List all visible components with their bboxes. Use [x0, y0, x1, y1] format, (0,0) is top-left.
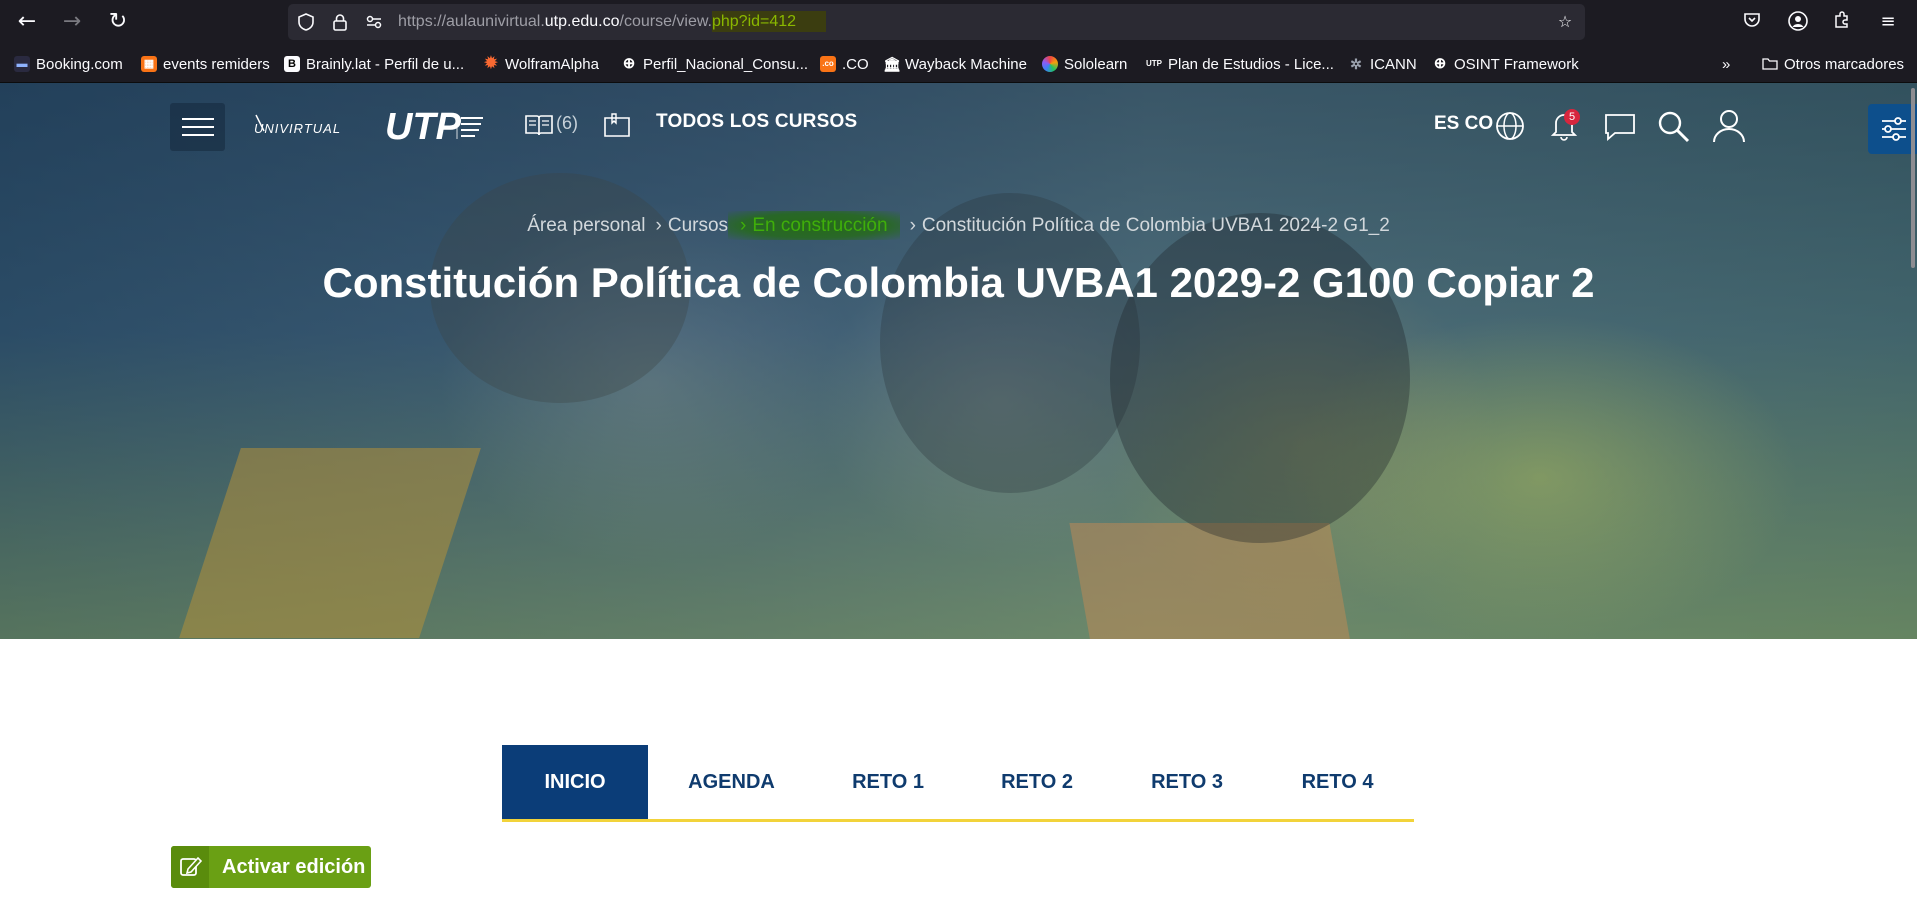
- breadcrumb-item-cursos[interactable]: Cursos: [668, 215, 728, 236]
- bookmark-icann[interactable]: ✲ ICANN: [1348, 53, 1417, 75]
- bookmark-wayback-machine[interactable]: 🏛 Wayback Machine: [883, 53, 1027, 75]
- page-title: Constitución Política de Colombia UVBA1 …: [322, 259, 1595, 306]
- bookmark-label: Wayback Machine: [905, 55, 1027, 73]
- language-selector-label[interactable]: ES CO: [1434, 113, 1493, 135]
- other-bookmarks-folder[interactable]: Otros marcadores: [1762, 53, 1904, 75]
- univirtual-logo[interactable]: UNIVIRTUAL: [250, 109, 358, 145]
- bookmark-label: Brainly.lat - Perfil de u...: [306, 55, 465, 73]
- tab-reto-1[interactable]: RETO 1: [815, 745, 961, 819]
- url-scheme: https://: [398, 13, 447, 30]
- bookmark-label: events remiders: [163, 55, 270, 73]
- bookmark-label: ICANN: [1370, 55, 1417, 73]
- reload-button[interactable]: ↻: [104, 8, 132, 36]
- breadcrumb-item-current-course[interactable]: Constitución Política de Colombia UVBA1 …: [922, 215, 1390, 236]
- bookmark-label: Sololearn: [1064, 55, 1128, 73]
- globe-icon[interactable]: [1494, 110, 1526, 146]
- site-permissions-icon[interactable]: [364, 12, 384, 32]
- my-courses-count[interactable]: (6): [556, 113, 578, 134]
- tab-reto-2[interactable]: RETO 2: [961, 745, 1113, 819]
- shield-icon[interactable]: [296, 12, 316, 32]
- extensions-icon[interactable]: [1830, 10, 1854, 34]
- search-icon[interactable]: [1657, 110, 1691, 148]
- lock-icon[interactable]: [330, 12, 350, 32]
- hero-photo-shape: [880, 193, 1140, 493]
- tab-reto-3[interactable]: RETO 3: [1113, 745, 1261, 819]
- bookmark-label: Plan de Estudios - Lice...: [1168, 55, 1334, 73]
- svg-text:UNIVIRTUAL: UNIVIRTUAL: [254, 121, 341, 136]
- bookmark-plan-de-estudios[interactable]: UTP Plan de Estudios - Lice...: [1146, 53, 1334, 75]
- theme-settings-button[interactable]: [1868, 104, 1917, 154]
- url-host-prefix: aulaunivirtual.: [446, 13, 545, 30]
- chevron-right-icon: ›: [740, 215, 747, 236]
- all-courses-icon[interactable]: [602, 111, 632, 143]
- bookmark-label: OSINT Framework: [1454, 55, 1579, 73]
- account-icon[interactable]: [1786, 10, 1810, 34]
- chevron-right-icon: ›: [909, 215, 916, 236]
- hero-photo-shape: [179, 448, 481, 638]
- address-bar[interactable]: https://aulaunivirtual.utp.edu.co/course…: [288, 4, 1585, 40]
- bookmark-sololearn[interactable]: Sololearn: [1042, 53, 1127, 75]
- tab-inicio[interactable]: INICIO: [502, 745, 648, 819]
- bookmark-events-remiders[interactable]: ▦ events remiders: [141, 53, 270, 75]
- back-button[interactable]: ←: [13, 8, 41, 36]
- bookmark-star-icon[interactable]: ☆: [1555, 12, 1575, 32]
- brainly-icon: B: [284, 56, 300, 72]
- url-query-highlight: php?id=412: [711, 11, 827, 32]
- pocket-icon[interactable]: [1740, 10, 1764, 34]
- wayback-icon: 🏛: [883, 56, 901, 72]
- sliders-icon: [1882, 117, 1906, 141]
- co-icon: .co: [820, 56, 836, 72]
- url-path: /course/view.: [619, 13, 712, 30]
- globe-icon: ⊕: [1433, 55, 1447, 72]
- breadcrumb-item-en-construccion-label[interactable]: En construcción: [752, 215, 887, 236]
- activate-editing-label: Activar edición: [222, 856, 366, 878]
- bookmark-perfil-nacional[interactable]: ⊕ Perfil_Nacional_Consu...: [621, 53, 808, 75]
- chevron-right-icon: ›: [655, 215, 662, 236]
- bookmark-label: Booking.com: [36, 55, 123, 73]
- other-bookmarks-label: Otros marcadores: [1784, 55, 1905, 73]
- calendar-icon: ▦: [141, 56, 157, 72]
- folder-icon: [1762, 56, 1778, 72]
- bookmark-wolframalpha[interactable]: ✹ WolframAlpha: [483, 53, 599, 75]
- messages-icon[interactable]: [1603, 112, 1637, 146]
- bookmark-co[interactable]: .co .CO: [820, 53, 869, 75]
- user-profile-icon[interactable]: [1712, 108, 1746, 148]
- breadcrumb-item-area-personal[interactable]: Área personal: [527, 215, 645, 236]
- app-menu-icon[interactable]: ≡: [1876, 10, 1900, 34]
- bookmark-label: WolframAlpha: [505, 55, 599, 73]
- course-section-tabs: INICIO AGENDA RETO 1 RETO 2 RETO 3 RETO …: [502, 745, 1414, 822]
- url-text[interactable]: https://aulaunivirtual.utp.edu.co/course…: [398, 11, 827, 32]
- booking-icon: ▬: [14, 56, 30, 72]
- notifications-badge: 5: [1564, 109, 1580, 125]
- wolfram-icon: ✹: [484, 55, 498, 72]
- browser-toolbar: ← → ↻ https://aulaunivirtual.utp.edu.co/…: [0, 0, 1917, 44]
- page-scrollbar[interactable]: [1911, 88, 1915, 268]
- course-hero-banner: UNIVIRTUAL UTP (6) TODOS LOS CURSOS ES C…: [0, 83, 1917, 639]
- bookmark-label: .CO: [842, 55, 869, 73]
- utp-logo[interactable]: UTP: [385, 103, 485, 151]
- breadcrumb: Área personal › Cursos › En construcción › Con…: [0, 211, 1917, 240]
- tab-agenda[interactable]: AGENDA: [648, 745, 815, 819]
- utp-icon: UTP: [1146, 59, 1162, 68]
- icann-icon: ✲: [1350, 56, 1362, 72]
- bookmark-brainly[interactable]: B Brainly.lat - Perfil de u...: [284, 53, 464, 75]
- forward-button[interactable]: →: [58, 8, 86, 36]
- site-header: UNIVIRTUAL UTP (6) TODOS LOS CURSOS ES C…: [0, 83, 1917, 163]
- svg-text:UTP: UTP: [385, 106, 462, 148]
- bookmark-booking[interactable]: ▬ Booking.com: [14, 53, 123, 75]
- activate-editing-button[interactable]: Activar edición: [171, 846, 371, 888]
- my-courses-icon[interactable]: [524, 113, 554, 141]
- sololearn-icon: [1042, 56, 1058, 72]
- bookmark-osint-framework[interactable]: ⊕ OSINT Framework: [1432, 53, 1579, 75]
- all-courses-link[interactable]: TODOS LOS CURSOS: [656, 111, 857, 133]
- more-bookmarks-chevron-icon[interactable]: »: [1722, 53, 1730, 75]
- tab-reto-4[interactable]: RETO 4: [1261, 745, 1414, 819]
- edit-pencil-icon: [171, 846, 209, 888]
- hamburger-menu-button[interactable]: [170, 103, 225, 151]
- bookmarks-toolbar: ▬ Booking.com ▦ events remiders B Brainl…: [0, 44, 1917, 83]
- url-host: utp.edu.co: [544, 13, 620, 30]
- bookmark-label: Perfil_Nacional_Consu...: [643, 55, 809, 73]
- breadcrumb-item-en-construccion: › En construcción: [728, 211, 900, 240]
- globe-icon: ⊕: [622, 55, 636, 72]
